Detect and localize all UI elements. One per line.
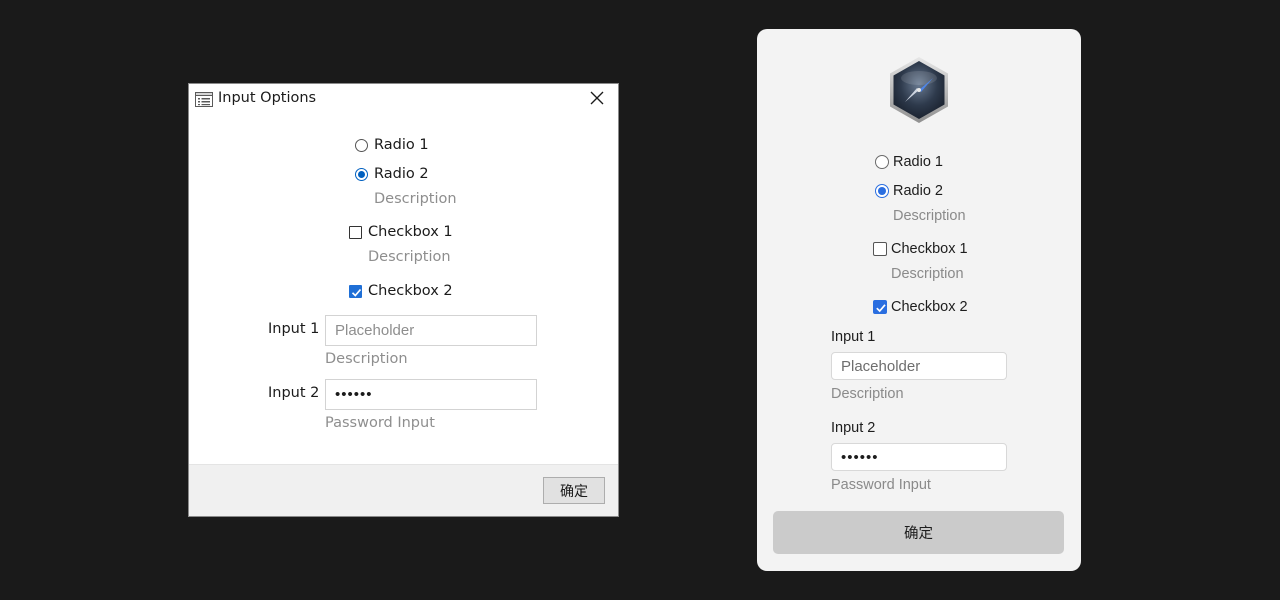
mac-panel: Radio 1 Radio 2 Description Checkbox 1 D…: [757, 29, 1081, 571]
checkbox-2[interactable]: Checkbox 2: [349, 283, 453, 299]
checkbox-2-label: Checkbox 2: [891, 299, 968, 315]
checkbox-1-control[interactable]: [873, 242, 887, 256]
checkmark-icon: [351, 288, 362, 297]
checkbox-1[interactable]: Checkbox 1: [873, 241, 968, 257]
radio-2-description: Description: [893, 208, 966, 224]
windows-dialog: Input Options Radio 1 Radio 2 Descriptio…: [188, 83, 619, 517]
input-1-field[interactable]: [831, 352, 1007, 380]
radio-1[interactable]: Radio 1: [355, 137, 429, 153]
radio-1-control[interactable]: [355, 138, 368, 152]
dialog-title: Input Options: [218, 90, 317, 106]
checkbox-2-label: Checkbox 2: [368, 283, 453, 299]
radio-1-label: Radio 1: [374, 137, 429, 153]
radio-2-label: Radio 2: [374, 166, 429, 182]
radio-2-description: Description: [374, 191, 457, 207]
close-button[interactable]: [582, 86, 612, 112]
checkmark-icon: [876, 304, 886, 313]
input-1-description: Description: [325, 351, 408, 367]
checkbox-2[interactable]: Checkbox 2: [873, 299, 968, 315]
compass-app-icon: [888, 56, 950, 124]
radio-2-control[interactable]: [875, 184, 889, 198]
input-1-label: Input 1: [831, 329, 876, 345]
checkbox-1[interactable]: Checkbox 1: [349, 224, 453, 240]
radio-1[interactable]: Radio 1: [875, 154, 943, 170]
input-2-label: Input 2: [831, 420, 876, 436]
list-window-icon: [195, 92, 213, 107]
radio-2[interactable]: Radio 2: [355, 166, 429, 182]
checkbox-1-control[interactable]: [349, 225, 362, 239]
password-field[interactable]: [325, 379, 537, 410]
dialog-footer: 确定: [189, 464, 618, 516]
radio-2-control[interactable]: [355, 167, 368, 181]
checkbox-2-control[interactable]: [873, 300, 887, 314]
checkbox-1-description: Description: [368, 249, 451, 265]
ok-button[interactable]: 确定: [543, 477, 605, 504]
radio-2-label: Radio 2: [893, 183, 943, 199]
input-2-label: Input 2: [268, 385, 320, 401]
radio-1-label: Radio 1: [893, 154, 943, 170]
dialog-titlebar[interactable]: Input Options: [189, 84, 618, 114]
input-1-label: Input 1: [268, 321, 320, 337]
close-icon: [590, 90, 604, 109]
radio-1-control[interactable]: [875, 155, 889, 169]
radio-2[interactable]: Radio 2: [875, 183, 943, 199]
input-1-field[interactable]: [325, 315, 537, 346]
ok-button[interactable]: 确定: [773, 511, 1064, 554]
checkbox-1-label: Checkbox 1: [368, 224, 453, 240]
input-1-description: Description: [831, 386, 904, 402]
password-field[interactable]: [831, 443, 1007, 471]
input-2-description: Password Input: [831, 477, 931, 493]
checkbox-1-label: Checkbox 1: [891, 241, 968, 257]
checkbox-2-control[interactable]: [349, 284, 362, 298]
checkbox-1-description: Description: [891, 266, 964, 282]
input-2-description: Password Input: [325, 415, 435, 431]
